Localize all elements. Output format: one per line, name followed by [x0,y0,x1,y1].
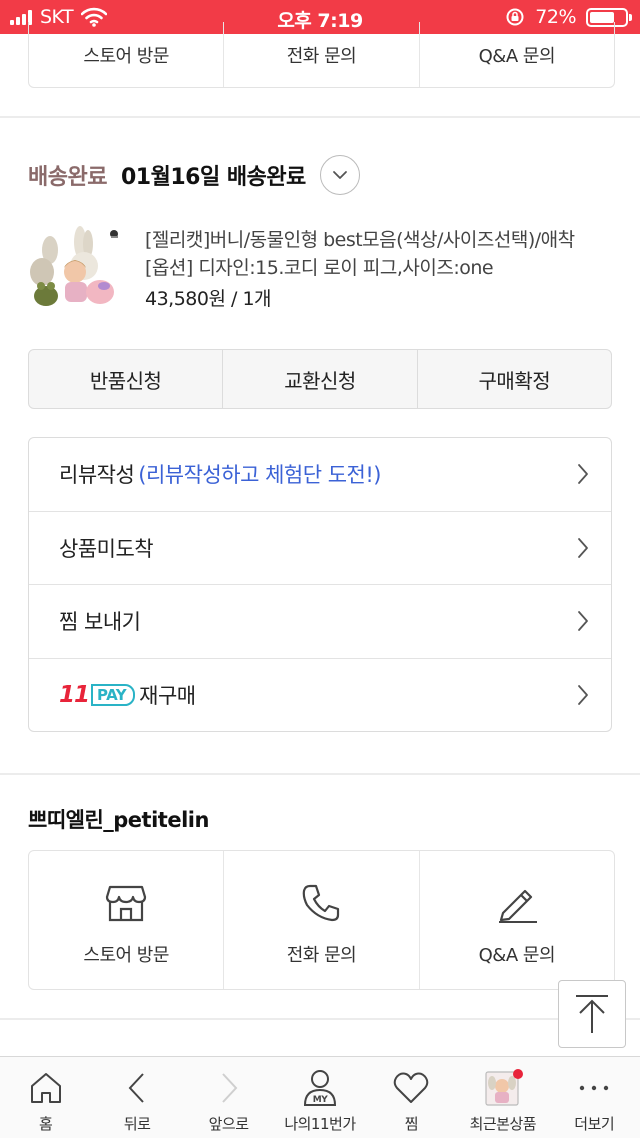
delivery-header: 배송완료 01월16일 배송완료 [28,155,360,195]
my-icon-text: MY [313,1095,328,1105]
bottom-nav: 홈 뒤로 앞으로 MY 나의11번가 찜 최근본상품 더보기 [0,1056,640,1138]
item-not-arrived-label: 상품미도착 [59,536,154,561]
phone-inquiry-button-top[interactable]: 전화 문의 [224,22,420,87]
product-image[interactable] [28,220,123,315]
nav-forward[interactable]: 앞으로 [183,1057,274,1138]
qna-inquiry-button[interactable]: Q&A 문의 [420,851,614,989]
expand-button[interactable] [319,155,360,195]
more-icon [580,1085,609,1091]
forward-icon [221,1073,237,1103]
nav-wish[interactable]: 찜 [366,1057,457,1138]
phone-icon [303,884,340,922]
chevron-right-icon [578,685,588,706]
arrow-up-icon [576,995,608,1033]
exchange-request-button[interactable]: 교환신청 [223,350,418,408]
confirm-purchase-button[interactable]: 구매확정 [418,350,611,408]
qna-inquiry-label: Q&A 문의 [478,945,556,966]
chevron-right-icon [578,537,588,558]
heart-icon [394,1072,429,1103]
nav-forward-label: 앞으로 [208,1115,249,1133]
contact-card-top: 스토어 방문 전화 문의 Q&A 문의 [28,22,615,88]
product-price: 43,580원 / 1개 [145,288,272,310]
chevron-right-icon [578,611,588,632]
send-wish-label: 찜 보내기 [59,610,141,635]
nav-back[interactable]: 뒤로 [91,1057,182,1138]
phone-inquiry-button[interactable]: 전화 문의 [224,851,420,989]
delivery-date: 01월16일 배송완료 [120,165,306,190]
nav-recent-label: 최근본상품 [469,1115,537,1133]
section-divider [0,116,640,118]
send-wish-item[interactable]: 찜 보내기 [29,585,611,659]
nav-back-label: 뒤로 [123,1115,151,1133]
section-divider [0,773,640,775]
nav-home-label: 홈 [39,1115,53,1133]
rebuy-item[interactable]: 11 PAY 재구매 [29,659,611,732]
nav-wish-label: 찜 [404,1115,419,1133]
nav-recent[interactable]: 최근본상품 [457,1057,548,1138]
order-action-row: 반품신청 교환신청 구매확정 [28,349,612,409]
11pay-logo-number: 11 [59,682,90,709]
battery-fill [590,11,615,23]
nav-home[interactable]: 홈 [0,1057,91,1138]
chevron-right-icon [578,464,588,485]
back-icon [128,1073,144,1103]
scroll-top-button[interactable] [558,980,626,1048]
qna-inquiry-button-top[interactable]: Q&A 문의 [420,22,614,87]
order-menu-list: 리뷰작성 (리뷰작성하고 체험단 도전!) 상품미도착 찜 보내기 11 PAY… [28,437,612,732]
seller-name[interactable]: 쁘띠엘린_petitelin [28,804,209,834]
store-visit-label: 스토어 방문 [83,945,169,966]
seller-contact-card: 스토어 방문 전화 문의 Q&A 문의 [28,850,615,990]
item-not-arrived-item[interactable]: 상품미도착 [29,512,611,585]
store-visit-button-top[interactable]: 스토어 방문 [29,22,225,87]
rebuy-label: 재구매 [139,684,196,709]
my-icon: MY [303,1070,336,1106]
nav-my11st-label: 나의11번가 [284,1115,356,1133]
return-request-button[interactable]: 반품신청 [29,350,224,408]
pencil-icon [498,889,537,923]
11pay-logo-word: PAY [91,684,136,707]
write-review-item[interactable]: 리뷰작성 (리뷰작성하고 체험단 도전!) [29,438,611,512]
store-visit-button[interactable]: 스토어 방문 [29,851,225,989]
section-divider [0,1018,640,1020]
chevron-down-icon [332,171,347,179]
11pay-logo: 11 PAY [59,682,136,709]
phone-inquiry-label: 전화 문의 [286,945,357,966]
recent-icon [485,1069,523,1106]
review-hint: (리뷰작성하고 체험단 도전!) [138,463,381,488]
home-icon [30,1073,61,1103]
nav-more-label: 더보기 [574,1115,615,1133]
delivery-status: 배송완료 [28,165,107,190]
store-icon [106,885,147,922]
product-info: [젤리캣]버니/동물인형 best모음(색상/사이즈선택)/애착 [옵션] 디자… [145,226,625,314]
nav-more[interactable]: 더보기 [549,1057,640,1138]
product-option: [옵션] 디자인:15.코디 로이 피그,사이즈:one [145,257,494,279]
nav-my11st[interactable]: MY 나의11번가 [274,1057,365,1138]
write-review-label: 리뷰작성 [59,463,135,488]
product-name[interactable]: [젤리캣]버니/동물인형 best모음(색상/사이즈선택)/애착 [145,226,625,254]
